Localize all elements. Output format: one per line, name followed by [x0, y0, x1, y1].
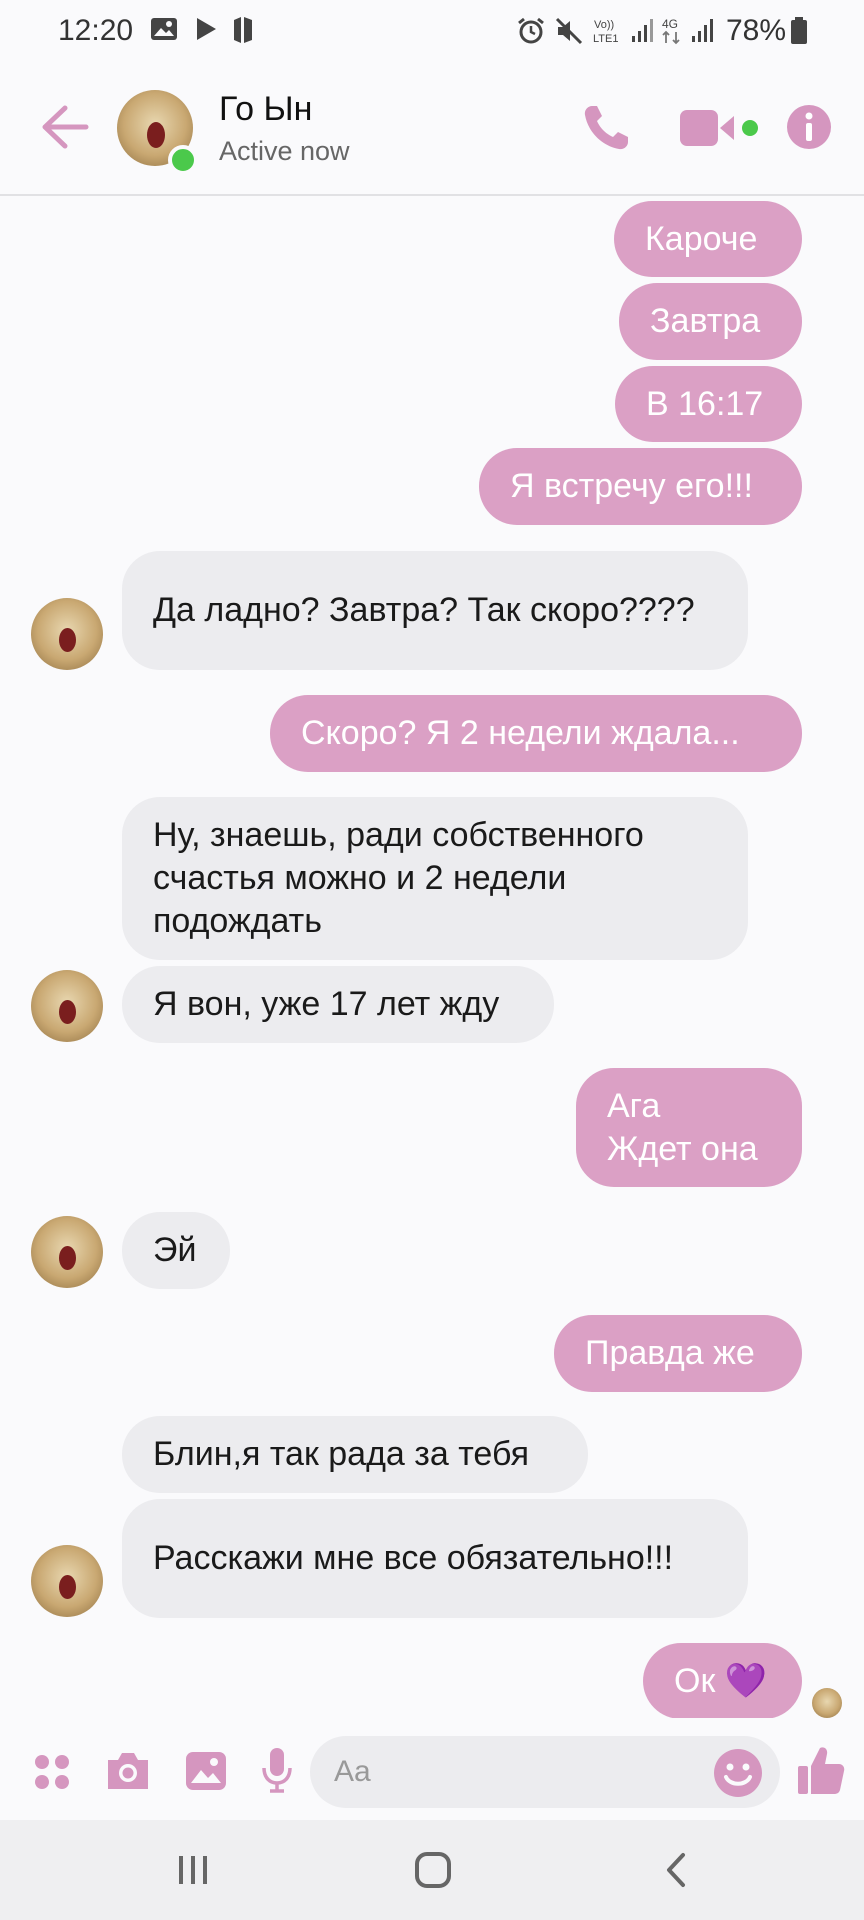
- message-incoming[interactable]: Я вон, уже 17 лет жду: [122, 966, 554, 1043]
- message-incoming[interactable]: Ну, знаешь, ради собственного счастья мо…: [122, 797, 748, 960]
- message-input-placeholder: Aa: [334, 1755, 371, 1788]
- message-incoming[interactable]: Да ладно? Завтра? Так скоро????: [122, 551, 748, 670]
- composer-bar: Aa: [0, 1718, 864, 1820]
- back-arrow-icon[interactable]: [40, 104, 90, 155]
- signal-icon: [630, 16, 654, 52]
- mic-icon[interactable]: [260, 1746, 294, 1799]
- contact-avatar[interactable]: [31, 970, 103, 1042]
- volte-icon: Vo)) LTE1: [592, 16, 630, 54]
- contact-avatar[interactable]: [31, 598, 103, 670]
- video-icon[interactable]: [678, 106, 758, 155]
- image-icon[interactable]: [184, 1750, 228, 1797]
- contact-avatar[interactable]: [31, 1216, 103, 1288]
- message-outgoing[interactable]: Ок 💜: [643, 1643, 802, 1719]
- 4g-icon: 4G: [660, 16, 686, 54]
- phone-icon[interactable]: [580, 102, 632, 159]
- recents-icon[interactable]: [176, 1854, 210, 1891]
- status-bar: 12:20 Vo)) LTE1 4G 78%: [0, 0, 864, 62]
- system-nav-bar: [0, 1820, 864, 1920]
- message-incoming[interactable]: Эй: [122, 1212, 230, 1289]
- svg-text:LTE1: LTE1: [593, 33, 618, 45]
- message-outgoing[interactable]: Я встречу его!!!: [479, 448, 802, 525]
- message-outgoing[interactable]: Кароче: [614, 201, 802, 277]
- battery-percent: 78%: [726, 14, 787, 47]
- message-input[interactable]: Aa: [310, 1736, 780, 1808]
- svg-text:Vo)): Vo)): [594, 19, 614, 31]
- info-icon[interactable]: [786, 104, 832, 155]
- thumbs-up-icon[interactable]: [796, 1744, 846, 1801]
- signal-icon: [690, 16, 714, 52]
- apps-icon[interactable]: [32, 1752, 72, 1797]
- message-incoming[interactable]: Расскажи мне все обязательно!!!: [122, 1499, 748, 1618]
- contact-status: Active now: [219, 136, 350, 166]
- alarm-icon: [516, 16, 546, 54]
- gallery-icon: [150, 16, 178, 50]
- home-icon[interactable]: [414, 1851, 452, 1894]
- play-icon: [194, 16, 218, 50]
- message-outgoing[interactable]: В 16:17: [615, 366, 802, 442]
- contact-avatar[interactable]: [31, 1545, 103, 1617]
- mute-icon: [554, 16, 584, 54]
- battery-icon: [790, 16, 808, 54]
- seen-avatar: [812, 1688, 842, 1718]
- message-outgoing[interactable]: Ага Ждет она: [576, 1068, 802, 1187]
- contact-name[interactable]: Го Ын: [219, 90, 312, 129]
- svg-text:4G: 4G: [662, 17, 678, 31]
- camera-icon[interactable]: [104, 1750, 152, 1797]
- emoji-icon[interactable]: [713, 1748, 763, 1803]
- conversation-header: Го Ын Active now: [0, 62, 864, 196]
- back-icon[interactable]: [664, 1852, 688, 1893]
- message-outgoing[interactable]: Завтра: [619, 283, 802, 360]
- online-indicator: [168, 145, 198, 175]
- message-outgoing[interactable]: Правда же: [554, 1315, 802, 1392]
- status-time: 12:20: [58, 14, 134, 47]
- message-outgoing[interactable]: Скоро? Я 2 недели ждала...: [270, 695, 802, 772]
- app-icon: [232, 16, 254, 52]
- message-incoming[interactable]: Блин,я так рада за тебя: [122, 1416, 588, 1493]
